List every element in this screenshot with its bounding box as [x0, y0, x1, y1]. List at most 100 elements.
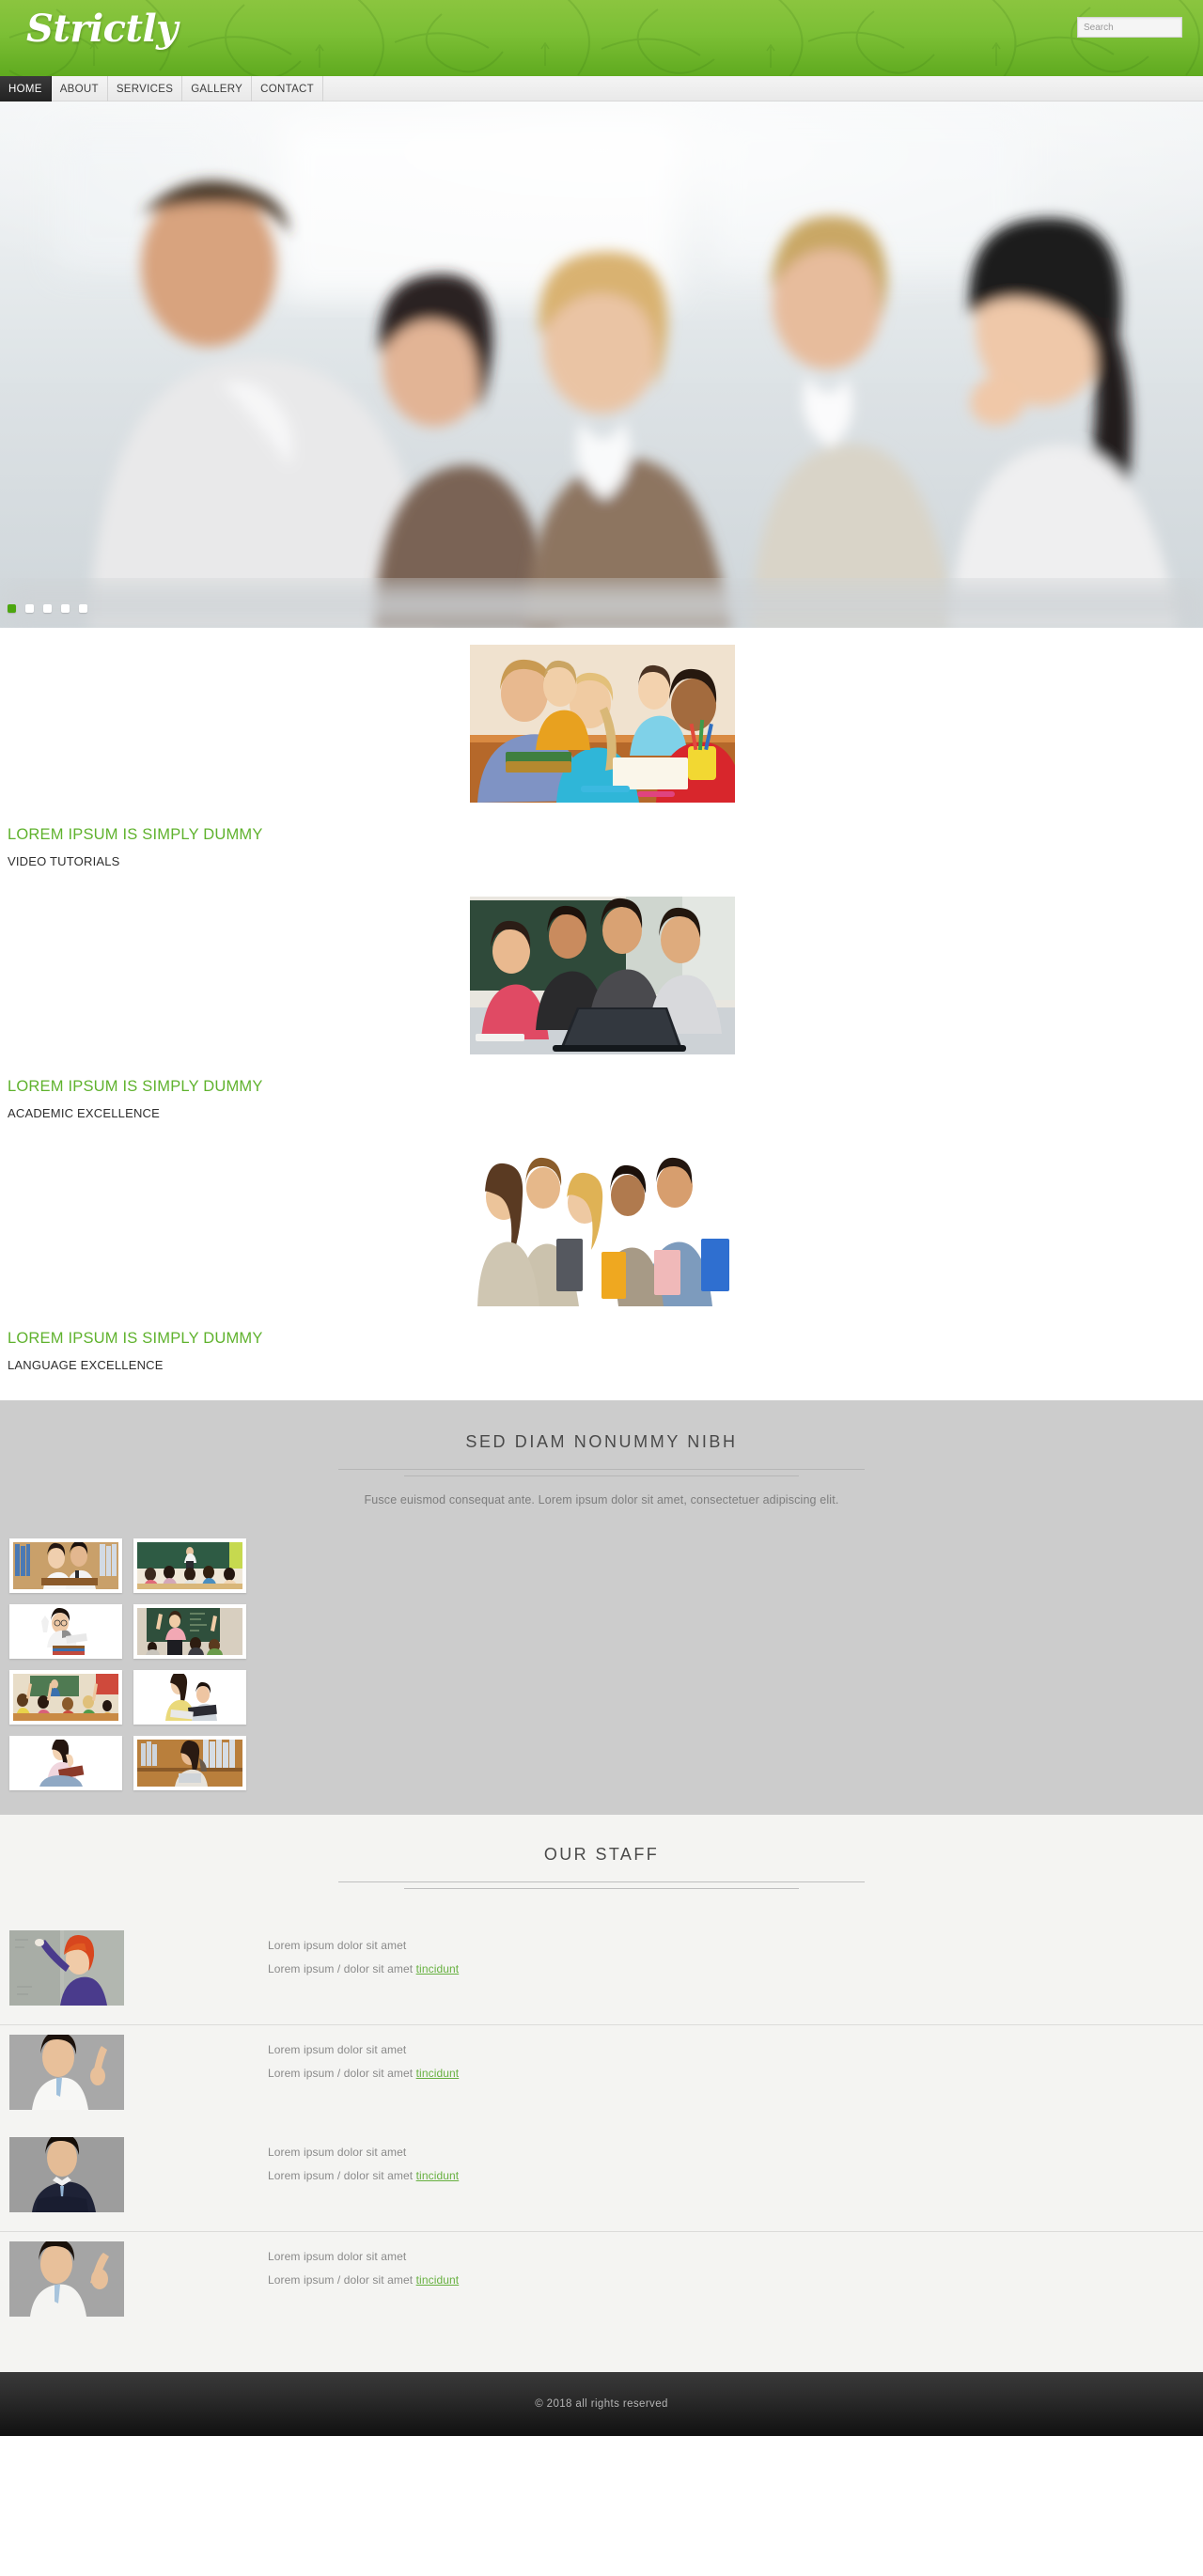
gallery-thumb-7[interactable]: [9, 1736, 122, 1790]
staff-link[interactable]: tincidunt: [416, 2067, 460, 2080]
thumb-image-8: [137, 1740, 242, 1787]
hero-image: [0, 101, 1203, 628]
staff-member-row: Lorem ipsum dolor sit amet Lorem ipsum /…: [0, 2128, 1203, 2231]
staff-line-2: Lorem ipsum / dolor sit amet tincidunt: [268, 2164, 459, 2188]
thumb-image-4: [137, 1608, 242, 1655]
staff-line-2-text: Lorem ipsum / dolor sit amet: [268, 2273, 416, 2287]
students-around-laptop-image: [470, 897, 735, 1054]
thumb-image-3: [13, 1608, 118, 1655]
slider-pagination[interactable]: [8, 604, 87, 613]
staff-line-1: Lorem ipsum dolor sit amet: [268, 1939, 407, 1952]
divider-line-long: [338, 1469, 865, 1470]
gallery-thumb-1[interactable]: [9, 1538, 122, 1593]
staff-list: Lorem ipsum dolor sit amet Lorem ipsum /…: [0, 1921, 1203, 2334]
staff-member-row: Lorem ipsum dolor sit amet Lorem ipsum /…: [0, 1921, 1203, 2024]
footer-copyright: © 2018 all rights reserved: [535, 2398, 668, 2410]
feature-image-2[interactable]: [470, 897, 735, 1054]
man-in-suit-image: [9, 2137, 124, 2212]
staff-link[interactable]: tincidunt: [416, 2273, 460, 2287]
slider-dot-5[interactable]: [79, 604, 87, 613]
divider-line-short: [404, 1888, 799, 1889]
staff-info-3: Lorem ipsum dolor sit amet Lorem ipsum /…: [268, 2137, 459, 2188]
search-box[interactable]: [1077, 17, 1203, 38]
thumb-image-5: [13, 1674, 118, 1721]
staff-header: OUR STAFF: [0, 1845, 1203, 1902]
page-root: Strictly HOME ABOUT SERVICES GALLERY CON…: [0, 0, 1203, 2436]
slider-dot-2[interactable]: [25, 604, 34, 613]
slider-dot-1[interactable]: [8, 604, 16, 613]
feature-image-3[interactable]: [470, 1148, 735, 1306]
group-of-students-image: [470, 1148, 735, 1306]
staff-info-1: Lorem ipsum dolor sit amet Lorem ipsum /…: [268, 1930, 459, 1981]
gallery-thumb-2[interactable]: [133, 1538, 246, 1593]
staff-divider: [0, 1878, 1203, 1902]
staff-photo-4[interactable]: [9, 2241, 124, 2317]
hero-slider[interactable]: [0, 101, 1203, 628]
staff-info-2: Lorem ipsum dolor sit amet Lorem ipsum /…: [268, 2035, 459, 2085]
divider-line-short: [404, 1475, 799, 1476]
feature-text-3: LOREM IPSUM IS SIMPLY DUMMY LANGUAGE EXC…: [8, 1330, 263, 1372]
thumb-image-2: [137, 1542, 242, 1589]
staff-photo-1[interactable]: [9, 1930, 124, 2006]
staff-line-2-text: Lorem ipsum / dolor sit amet: [268, 1962, 416, 1975]
gallery-thumb-4[interactable]: [133, 1604, 246, 1659]
man-pointing-up-image: [9, 2035, 124, 2110]
slider-dot-3[interactable]: [43, 604, 52, 613]
feature-image-1[interactable]: [470, 645, 735, 803]
gallery-thumb-3[interactable]: [9, 1604, 122, 1659]
site-logo[interactable]: Strictly: [26, 8, 178, 51]
feature-subtitle-1: VIDEO TUTORIALS: [8, 854, 120, 868]
gallery-header: SED DIAM NONUMMY NIBH Fusce euismod cons…: [0, 1432, 1203, 1507]
feature-subtitle-2: ACADEMIC EXCELLENCE: [8, 1106, 161, 1120]
staff-photo-2[interactable]: [9, 2035, 124, 2110]
nav-item-contact[interactable]: CONTACT: [252, 76, 323, 101]
main-navigation: HOME ABOUT SERVICES GALLERY CONTACT: [0, 76, 1203, 101]
staff-link[interactable]: tincidunt: [416, 2169, 460, 2182]
man-hand-raised-image: [9, 2241, 124, 2317]
features-section: LOREM IPSUM IS SIMPLY DUMMY VIDEO TUTORI…: [0, 628, 1203, 1400]
staff-line-1: Lorem ipsum dolor sit amet: [268, 2250, 407, 2263]
slider-dot-4[interactable]: [61, 604, 70, 613]
gallery-thumb-8[interactable]: [133, 1736, 246, 1790]
site-footer: © 2018 all rights reserved: [0, 2372, 1203, 2436]
feature-text-2: LOREM IPSUM IS SIMPLY DUMMY ACADEMIC EXC…: [8, 1078, 263, 1120]
site-header: Strictly: [0, 0, 1203, 76]
thumb-image-7: [13, 1740, 118, 1787]
search-input[interactable]: [1078, 18, 1203, 37]
feature-subtitle-3: LANGUAGE EXCELLENCE: [8, 1358, 164, 1372]
feature-title-1: LOREM IPSUM IS SIMPLY DUMMY: [8, 826, 263, 843]
nav-item-about[interactable]: ABOUT: [52, 76, 108, 101]
feature-item-language-excellence: LOREM IPSUM IS SIMPLY DUMMY LANGUAGE EXC…: [0, 1148, 1203, 1400]
feature-text-1: LOREM IPSUM IS SIMPLY DUMMY VIDEO TUTORI…: [8, 826, 263, 868]
gallery-thumb-5[interactable]: [9, 1670, 122, 1725]
feature-item-video-tutorials: LOREM IPSUM IS SIMPLY DUMMY VIDEO TUTORI…: [0, 645, 1203, 897]
staff-member-row: Lorem ipsum dolor sit amet Lorem ipsum /…: [0, 2024, 1203, 2128]
staff-photo-3[interactable]: [9, 2137, 124, 2212]
gallery-divider: [0, 1465, 1203, 1490]
staff-title: OUR STAFF: [543, 1845, 660, 1864]
staff-section: OUR STAFF Lorem ipsum dolor sit amet Lor…: [0, 1815, 1203, 2372]
thumb-image-6: [137, 1674, 242, 1721]
floral-background-pattern: [8, 0, 1200, 76]
gallery-title: SED DIAM NONUMMY NIBH: [465, 1432, 738, 1451]
staff-line-2: Lorem ipsum / dolor sit amet tincidunt: [268, 2269, 459, 2292]
staff-line-2-text: Lorem ipsum / dolor sit amet: [268, 2067, 416, 2080]
nav-item-home[interactable]: HOME: [0, 76, 52, 101]
gallery-subtitle: Fusce euismod consequat ante. Lorem ipsu…: [364, 1493, 839, 1507]
nav-item-services[interactable]: SERVICES: [108, 76, 183, 101]
staff-info-4: Lorem ipsum dolor sit amet Lorem ipsum /…: [268, 2241, 459, 2292]
teacher-at-chalkboard-image: [9, 1930, 124, 2006]
staff-line-1: Lorem ipsum dolor sit amet: [268, 2043, 407, 2056]
nav-item-gallery[interactable]: GALLERY: [182, 76, 253, 101]
gallery-section: SED DIAM NONUMMY NIBH Fusce euismod cons…: [0, 1400, 1203, 1815]
feature-item-academic-excellence: LOREM IPSUM IS SIMPLY DUMMY ACADEMIC EXC…: [0, 897, 1203, 1148]
staff-member-row: Lorem ipsum dolor sit amet Lorem ipsum /…: [0, 2231, 1203, 2334]
staff-line-2: Lorem ipsum / dolor sit amet tincidunt: [268, 2062, 459, 2085]
gallery-thumb-6[interactable]: [133, 1670, 246, 1725]
staff-line-1: Lorem ipsum dolor sit amet: [268, 2146, 407, 2159]
teacher-with-children-image: [470, 645, 735, 803]
staff-line-2: Lorem ipsum / dolor sit amet tincidunt: [268, 1958, 459, 1981]
divider-line-long: [338, 1881, 865, 1882]
staff-line-2-text: Lorem ipsum / dolor sit amet: [268, 2169, 416, 2182]
staff-link[interactable]: tincidunt: [416, 1962, 460, 1975]
